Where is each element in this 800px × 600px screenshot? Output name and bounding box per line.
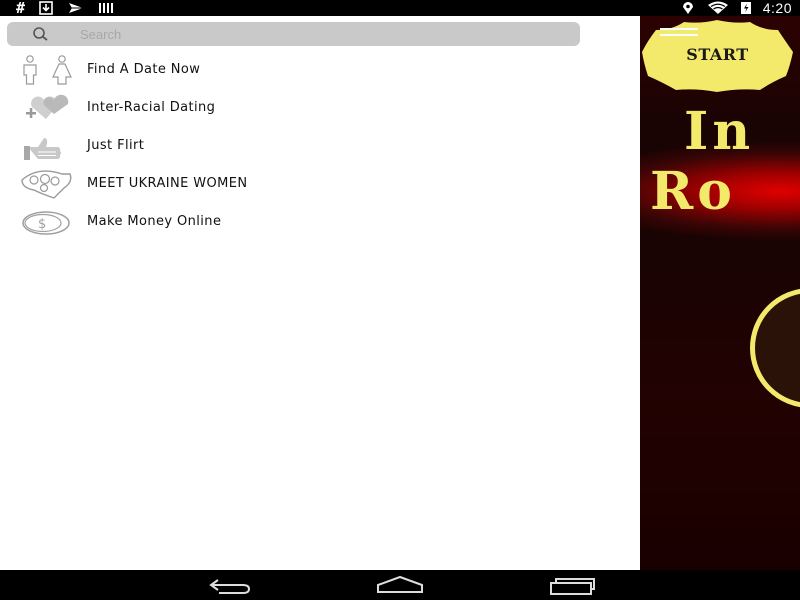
location-icon [682,2,693,14]
status-bar: # 4:20 [0,0,800,16]
menu-item-label: Find A Date Now [87,62,201,77]
search-bar[interactable] [7,22,580,46]
status-bar-system: 4:20 [679,0,792,16]
download-icon [39,1,53,15]
hamburger-menu-icon[interactable] [660,28,698,42]
battery-icon [740,2,751,14]
man-woman-icon [23,55,72,85]
menu-list: Find A Date Now Inter-Racial Dating Just… [0,51,640,241]
search-input[interactable] [80,25,560,43]
svg-text:$: $ [38,217,46,232]
recent-apps-icon[interactable] [548,574,596,596]
menu-item-label: Inter-Racial Dating [87,100,216,115]
menu-item-inter-racial-dating[interactable]: Inter-Racial Dating [0,89,640,127]
hero-title-line1: In [684,101,755,162]
menu-item-make-money-online[interactable]: $ Make Money Online [0,203,640,241]
menu-item-label: MEET UKRAINE WOMEN [87,176,248,191]
menu-item-label: Make Money Online [87,214,222,229]
search-icon [33,27,48,41]
back-icon[interactable] [205,574,253,596]
menu-item-label: Just Flirt [87,138,145,153]
menu-item-find-a-date[interactable]: Find A Date Now [0,51,640,89]
menu-item-just-flirt[interactable]: Just Flirt [0,127,640,165]
status-bar-notifications: # [16,0,115,16]
menu-item-meet-ukraine-women[interactable]: MEET UKRAINE WOMEN [0,165,640,203]
wifi-icon [707,1,728,14]
hero-title-line2: Ro [650,161,736,222]
navigation-drawer: Find A Date Now Inter-Racial Dating Just… [0,16,640,570]
start-button[interactable]: START [640,45,795,64]
home-icon[interactable] [375,574,425,596]
dollar-coin-icon: $ [22,211,70,235]
background-app[interactable]: START In Ro [640,16,800,570]
hero-image [750,288,800,408]
clock: 4:20 [762,0,792,16]
bouquet-icon [21,170,72,199]
send-icon [69,3,84,13]
barcode-icon [99,3,114,13]
system-nav-bar [0,570,800,600]
hash-icon: # [16,0,26,17]
thumbs-up-icon [24,138,61,160]
hearts-icon [26,94,69,119]
hero-title: In Ro [650,101,755,222]
